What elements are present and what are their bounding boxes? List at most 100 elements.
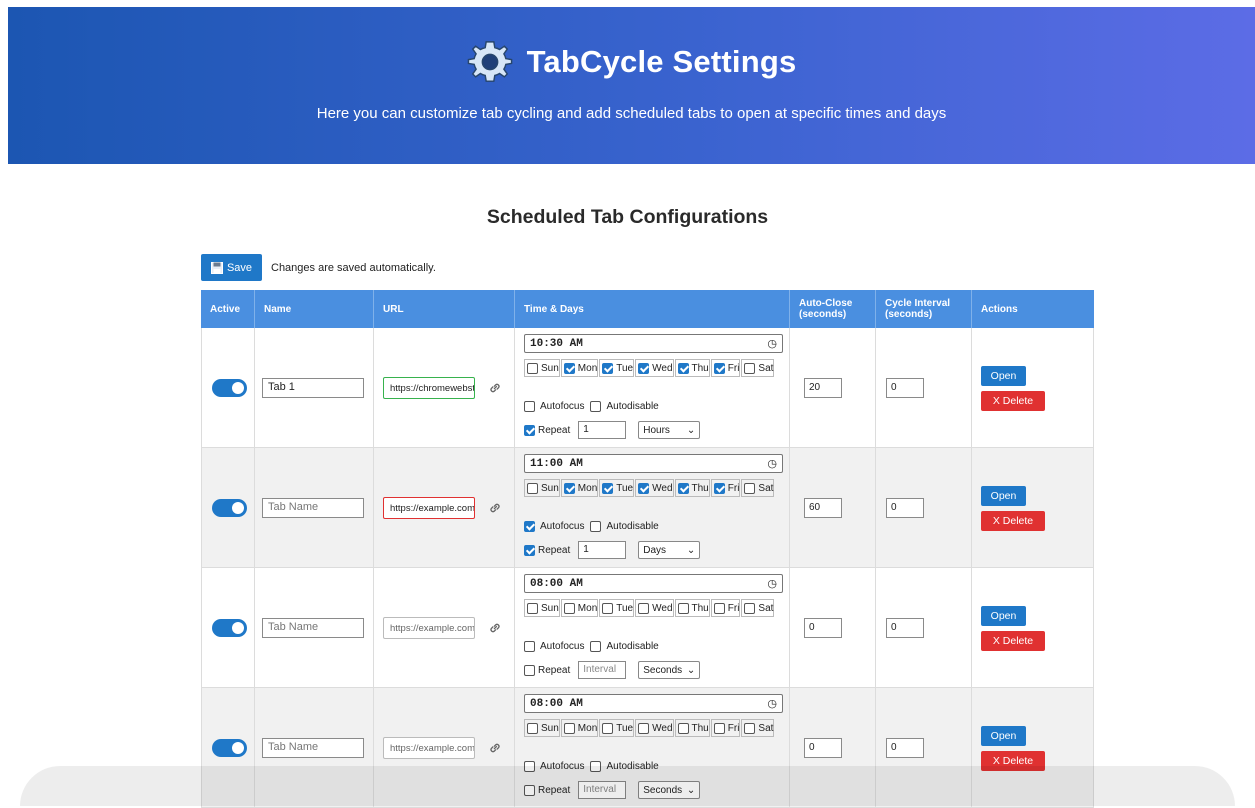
day-checkbox-thu[interactable]: Thu <box>674 479 710 497</box>
autodisable-checkbox[interactable] <box>590 641 602 652</box>
checkbox-icon[interactable] <box>527 602 538 614</box>
autofocus-checkbox[interactable] <box>524 641 535 652</box>
open-button[interactable]: Open <box>981 606 1026 626</box>
time-input[interactable]: 08:00 AM ◷ <box>524 694 783 713</box>
auto-close-input[interactable]: 20 <box>804 377 842 398</box>
url-input[interactable]: https://example.com <box>383 496 475 519</box>
checkbox-icon[interactable] <box>744 362 756 374</box>
checkbox-icon[interactable] <box>677 362 689 374</box>
delete-button[interactable]: X Delete <box>981 631 1045 651</box>
repeat-unit-select[interactable]: Hours ⌄ <box>638 421 701 439</box>
link-icon[interactable] <box>487 380 503 396</box>
day-checkbox-wed[interactable]: Wed <box>635 359 674 377</box>
day-checkbox-tue[interactable]: Tue <box>599 479 635 497</box>
delete-button[interactable]: X Delete <box>981 391 1045 411</box>
checkbox-icon[interactable] <box>638 722 650 734</box>
day-checkbox-sun[interactable]: Sun <box>524 719 560 737</box>
autofocus-checkbox[interactable] <box>524 521 535 532</box>
day-checkbox-thu[interactable]: Thu <box>674 719 710 737</box>
checkbox-icon[interactable] <box>713 362 725 374</box>
day-checkbox-sun[interactable]: Sun <box>524 359 560 377</box>
repeat-interval-input[interactable]: Interval <box>578 661 627 679</box>
checkbox-icon[interactable] <box>563 362 575 374</box>
clock-icon[interactable]: ◷ <box>767 337 777 351</box>
open-button[interactable]: Open <box>981 726 1026 746</box>
day-checkbox-tue[interactable]: Tue <box>599 719 635 737</box>
repeat-interval-input[interactable]: 1 <box>578 541 627 559</box>
day-checkbox-thu[interactable]: Thu <box>674 359 710 377</box>
cycle-interval-input[interactable]: 0 <box>886 737 924 758</box>
checkbox-icon[interactable] <box>527 482 538 494</box>
clock-icon[interactable]: ◷ <box>767 577 777 591</box>
tab-name-input[interactable]: Tab 1 <box>262 377 364 398</box>
day-checkbox-sun[interactable]: Sun <box>524 479 560 497</box>
link-icon[interactable] <box>487 620 503 636</box>
time-input[interactable]: 11:00 AM ◷ <box>524 454 783 473</box>
cycle-interval-input[interactable]: 0 <box>886 617 924 638</box>
checkbox-icon[interactable] <box>638 362 650 374</box>
day-checkbox-thu[interactable]: Thu <box>674 599 710 617</box>
day-checkbox-mon[interactable]: Mon <box>560 359 599 377</box>
checkbox-icon[interactable] <box>713 602 725 614</box>
time-input[interactable]: 10:30 AM ◷ <box>524 334 783 353</box>
day-checkbox-sat[interactable]: Sat <box>741 719 775 737</box>
day-checkbox-mon[interactable]: Mon <box>560 599 599 617</box>
open-button[interactable]: Open <box>981 486 1026 506</box>
auto-close-input[interactable]: 0 <box>804 617 842 638</box>
clock-icon[interactable]: ◷ <box>767 457 777 471</box>
day-checkbox-fri[interactable]: Fri <box>710 719 741 737</box>
link-icon[interactable] <box>487 500 503 516</box>
time-input[interactable]: 08:00 AM ◷ <box>524 574 783 593</box>
repeat-checkbox[interactable] <box>524 544 535 556</box>
checkbox-icon[interactable] <box>744 602 756 614</box>
day-checkbox-sun[interactable]: Sun <box>524 599 560 617</box>
clock-icon[interactable]: ◷ <box>767 697 777 711</box>
tab-name-input[interactable]: Tab Name <box>262 497 364 518</box>
checkbox-icon[interactable] <box>602 362 614 374</box>
checkbox-icon[interactable] <box>677 482 689 494</box>
checkbox-icon[interactable] <box>527 722 538 734</box>
repeat-checkbox[interactable] <box>524 664 535 676</box>
url-input[interactable]: https://chromewebstore <box>383 376 475 399</box>
repeat-interval-input[interactable]: 1 <box>578 421 627 439</box>
checkbox-icon[interactable] <box>602 602 614 614</box>
day-checkbox-mon[interactable]: Mon <box>560 719 599 737</box>
checkbox-icon[interactable] <box>602 482 614 494</box>
day-checkbox-tue[interactable]: Tue <box>599 359 635 377</box>
day-checkbox-wed[interactable]: Wed <box>635 479 674 497</box>
repeat-checkbox[interactable] <box>524 424 535 436</box>
day-checkbox-fri[interactable]: Fri <box>710 479 741 497</box>
checkbox-icon[interactable] <box>744 482 756 494</box>
day-checkbox-wed[interactable]: Wed <box>635 719 674 737</box>
autodisable-checkbox[interactable] <box>590 521 602 532</box>
checkbox-icon[interactable] <box>677 722 689 734</box>
checkbox-icon[interactable] <box>713 482 725 494</box>
save-button[interactable]: Save <box>201 254 262 281</box>
url-input[interactable]: https://example.com <box>383 616 475 639</box>
url-input[interactable]: https://example.com <box>383 736 475 759</box>
active-toggle[interactable] <box>212 618 247 637</box>
repeat-unit-select[interactable]: Seconds ⌄ <box>638 661 701 679</box>
checkbox-icon[interactable] <box>677 602 689 614</box>
delete-button[interactable]: X Delete <box>981 511 1045 531</box>
checkbox-icon[interactable] <box>638 482 650 494</box>
autodisable-checkbox[interactable] <box>590 401 602 412</box>
open-button[interactable]: Open <box>981 366 1026 386</box>
repeat-unit-select[interactable]: Days ⌄ <box>638 541 701 559</box>
day-checkbox-wed[interactable]: Wed <box>635 599 674 617</box>
cycle-interval-input[interactable]: 0 <box>886 377 924 398</box>
autofocus-checkbox[interactable] <box>524 401 535 412</box>
checkbox-icon[interactable] <box>563 722 575 734</box>
day-checkbox-sat[interactable]: Sat <box>741 599 775 617</box>
checkbox-icon[interactable] <box>638 602 650 614</box>
active-toggle[interactable] <box>212 498 247 517</box>
checkbox-icon[interactable] <box>602 722 614 734</box>
day-checkbox-mon[interactable]: Mon <box>560 479 599 497</box>
tab-name-input[interactable]: Tab Name <box>262 617 364 638</box>
cycle-interval-input[interactable]: 0 <box>886 497 924 518</box>
checkbox-icon[interactable] <box>527 362 538 374</box>
day-checkbox-tue[interactable]: Tue <box>599 599 635 617</box>
active-toggle[interactable] <box>212 378 247 397</box>
auto-close-input[interactable]: 60 <box>804 497 842 518</box>
day-checkbox-fri[interactable]: Fri <box>710 359 741 377</box>
